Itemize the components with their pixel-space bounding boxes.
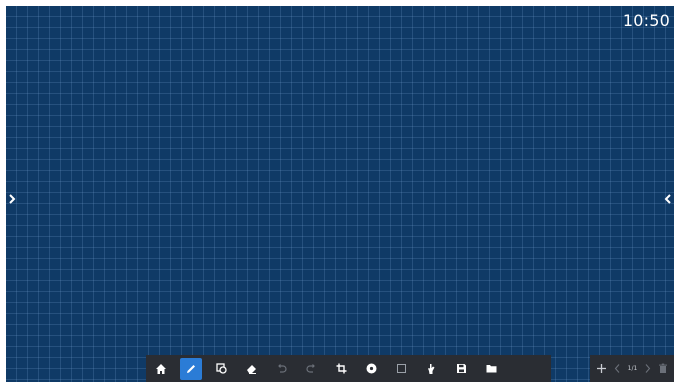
- plus-icon: [597, 364, 607, 373]
- select-icon: [396, 364, 406, 373]
- hand-button[interactable]: [420, 358, 442, 380]
- trash-icon: [658, 363, 667, 373]
- expand-right-panel-button[interactable]: [662, 190, 674, 208]
- save-button[interactable]: [450, 358, 472, 380]
- previous-page-button[interactable]: [614, 360, 621, 378]
- crop-icon: [336, 363, 346, 374]
- redo-icon: [305, 364, 315, 373]
- clock: 10:50: [622, 11, 670, 30]
- next-page-button[interactable]: [644, 360, 651, 378]
- background-button[interactable]: [360, 358, 382, 380]
- folder-button[interactable]: [480, 358, 502, 380]
- undo-button[interactable]: [270, 358, 292, 380]
- add-page-button[interactable]: [596, 360, 607, 378]
- home-button[interactable]: [150, 358, 172, 380]
- folder-icon: [486, 365, 496, 373]
- undo-icon: [277, 364, 287, 373]
- background-icon: [366, 363, 376, 374]
- page-indicator: 1/1: [627, 365, 638, 372]
- crop-button[interactable]: [330, 358, 352, 380]
- shape-recognition-icon: [215, 363, 227, 374]
- expand-left-panel-button[interactable]: [6, 190, 18, 208]
- hand-icon: [427, 364, 434, 374]
- redo-button[interactable]: [300, 358, 322, 380]
- chevron-left-icon: [614, 364, 620, 373]
- pen-icon: [187, 364, 195, 373]
- select-button[interactable]: [390, 358, 412, 380]
- pen-button[interactable]: [180, 357, 202, 380]
- shape-recognition-button[interactable]: [210, 358, 232, 380]
- save-icon: [456, 364, 466, 373]
- chevron-left-icon: [664, 194, 671, 204]
- home-icon: [156, 363, 166, 374]
- eraser-button[interactable]: [240, 358, 262, 380]
- chevron-right-icon: [9, 194, 16, 204]
- main-toolbar: [146, 355, 551, 382]
- page-navigation-bar: 1/1: [590, 355, 674, 382]
- eraser-icon: [246, 365, 256, 374]
- whiteboard-canvas[interactable]: 10:50: [6, 6, 674, 382]
- chevron-right-icon: [645, 364, 651, 373]
- delete-page-button[interactable]: [658, 360, 668, 378]
